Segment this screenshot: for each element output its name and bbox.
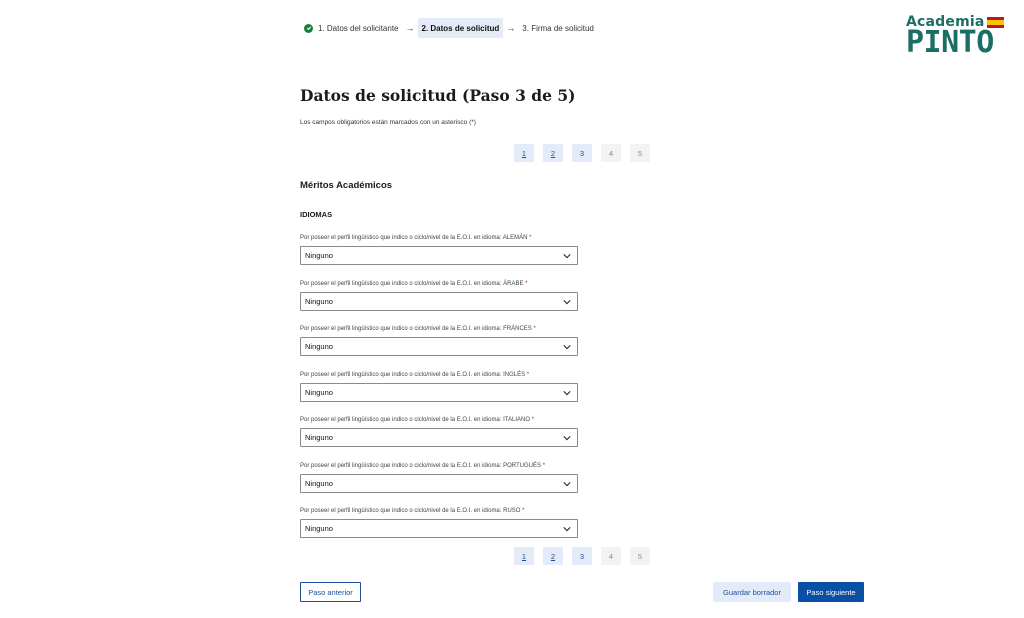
chevron-down-icon (563, 435, 571, 441)
select-value: Ninguno (305, 479, 333, 488)
progress-stepper: 1. Datos del solicitante → 2. Datos de s… (300, 18, 598, 38)
arrow-right-icon: → (506, 23, 516, 33)
field-portugues: Por poseer el perfil lingüístico que ind… (300, 462, 578, 493)
chevron-down-icon (563, 253, 571, 259)
chevron-down-icon (563, 344, 571, 350)
field-label: Por poseer el perfil lingüístico que ind… (300, 463, 542, 469)
step-firma-solicitud: 3. Firma de solicitud (518, 18, 598, 38)
required-marker: * (531, 417, 535, 423)
select-italiano[interactable]: Ninguno (300, 428, 578, 447)
select-ruso[interactable]: Ninguno (300, 519, 578, 538)
pagination-top: 1 2 3 4 5 (514, 144, 650, 162)
step-datos-solicitud: 2. Datos de solicitud (417, 18, 504, 38)
field-label: Por poseer el perfil lingüístico que ind… (300, 372, 526, 378)
field-arabe: Por poseer el perfil lingüístico que ind… (300, 280, 578, 311)
chevron-down-icon (563, 481, 571, 487)
next-step-button[interactable]: Paso siguiente (798, 582, 864, 602)
chevron-down-icon (563, 526, 571, 532)
page-disabled-4: 4 (601, 547, 621, 565)
field-italiano: Por poseer el perfil lingüístico que ind… (300, 416, 578, 447)
step-label: 2. Datos de solicitud (421, 23, 500, 33)
required-marker: * (525, 281, 528, 287)
select-value: Ninguno (305, 297, 333, 306)
required-marker: * (542, 463, 546, 469)
select-value: Ninguno (305, 388, 333, 397)
page-link-1[interactable]: 1 (514, 144, 534, 162)
save-draft-button[interactable]: Guardar borrador (713, 582, 791, 602)
required-marker: * (529, 235, 532, 241)
select-frances[interactable]: Ninguno (300, 337, 578, 356)
academia-pinto-logo: Academia PINTO (906, 14, 1012, 58)
field-label: Por poseer el perfil lingüístico que ind… (300, 326, 532, 332)
field-frances: Por poseer el perfil lingüístico que ind… (300, 325, 578, 356)
select-aleman[interactable]: Ninguno (300, 246, 578, 265)
subsection-title: IDIOMAS (300, 210, 333, 219)
page-disabled-5: 5 (630, 144, 650, 162)
select-value: Ninguno (305, 251, 333, 260)
page-disabled-4: 4 (601, 144, 621, 162)
page-current-3: 3 (572, 144, 592, 162)
field-ingles: Por poseer el perfil lingüístico que ind… (300, 371, 578, 402)
field-label: Por poseer el perfil lingüístico que ind… (300, 417, 531, 423)
field-label: Por poseer el perfil lingüístico que ind… (300, 508, 521, 514)
page-link-1[interactable]: 1 (514, 547, 534, 565)
section-title: Méritos Académicos (300, 180, 393, 191)
page-link-2[interactable]: 2 (543, 144, 563, 162)
required-marker: * (526, 372, 530, 378)
field-ruso: Por poseer el perfil lingüístico que ind… (300, 507, 578, 538)
page-link-2[interactable]: 2 (543, 547, 563, 565)
step-label: 1. Datos del solicitante (318, 23, 399, 33)
required-fields-note: Los campos obligatorios están marcados c… (300, 119, 476, 126)
page-title: Datos de solicitud (Paso 3 de 5) (300, 86, 576, 105)
required-marker: * (533, 326, 536, 332)
select-value: Ninguno (305, 433, 333, 442)
arrow-right-icon: → (405, 23, 415, 33)
field-aleman: Por poseer el perfil lingüístico que ind… (300, 234, 578, 265)
page-current-3: 3 (572, 547, 592, 565)
logo-pinto-text: PINTO (906, 25, 994, 60)
chevron-down-icon (563, 299, 571, 305)
select-arabe[interactable]: Ninguno (300, 292, 578, 311)
field-label: Por poseer el perfil lingüístico que ind… (300, 281, 524, 287)
select-value: Ninguno (305, 524, 333, 533)
check-circle-icon (304, 23, 313, 33)
select-value: Ninguno (305, 342, 333, 351)
select-portugues[interactable]: Ninguno (300, 474, 578, 493)
chevron-down-icon (563, 390, 571, 396)
select-ingles[interactable]: Ninguno (300, 383, 578, 402)
required-marker: * (522, 508, 525, 514)
step-datos-solicitante[interactable]: 1. Datos del solicitante (300, 18, 403, 38)
pagination-bottom: 1 2 3 4 5 (514, 547, 650, 565)
previous-step-button[interactable]: Paso anterior (300, 582, 361, 602)
field-label: Por poseer el perfil lingüístico que ind… (300, 235, 528, 241)
step-label: 3. Firma de solicitud (522, 23, 594, 33)
page-disabled-5: 5 (630, 547, 650, 565)
